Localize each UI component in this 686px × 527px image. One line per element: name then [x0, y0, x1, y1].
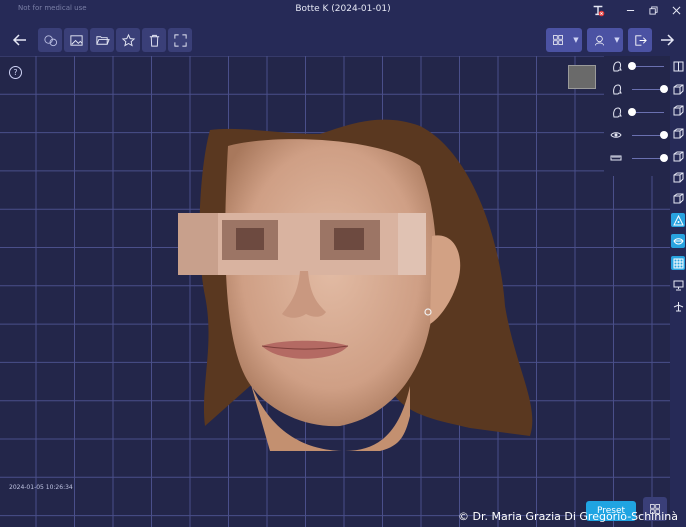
ruler-icon [610, 155, 622, 161]
head-profile-icon [613, 107, 622, 118]
cube-icon [673, 128, 683, 138]
star-icon [121, 33, 135, 47]
landmark-icon [672, 214, 684, 225]
right-tool-strip [670, 56, 686, 527]
slider-knob[interactable] [628, 62, 636, 70]
display-slider[interactable] [604, 148, 670, 168]
privacy-blur [178, 213, 426, 275]
cube-icon [673, 105, 683, 115]
landmark-tool-button[interactable] [671, 213, 685, 227]
display-slider[interactable] [604, 79, 670, 99]
copyright-watermark: © Dr. Maria Grazia Di Gregorio-Schininà [458, 510, 678, 523]
monitor-tool-button[interactable] [671, 278, 685, 292]
plane-icon [673, 301, 683, 311]
3d-viewport[interactable]: ? 2024-01-05 10:26:34 Preset © Dr. Maria… [0, 56, 686, 527]
head-profile-icon [613, 84, 622, 95]
view-thumbnail[interactable] [568, 65, 596, 89]
plane-tool-button[interactable] [671, 299, 685, 313]
cube-tool-button[interactable] [671, 82, 685, 96]
main-toolbar: ▼ ▼ [0, 22, 686, 56]
help-icon[interactable]: ? [9, 66, 22, 79]
exit-button[interactable] [628, 28, 652, 52]
slider-track[interactable] [632, 66, 664, 67]
lips-tool-button[interactable] [671, 234, 685, 248]
fullscreen-icon [173, 33, 187, 47]
slider-knob[interactable] [660, 131, 668, 139]
model-dropdown[interactable]: ▼ [587, 28, 623, 52]
cube-front-icon [673, 61, 683, 71]
user-alert-icon[interactable] [586, 1, 610, 19]
cube-tool-button[interactable] [671, 149, 685, 163]
bust-icon [594, 35, 604, 45]
fullscreen-button[interactable] [168, 28, 192, 52]
favorite-button[interactable] [116, 28, 140, 52]
chevron-down-icon: ▼ [573, 36, 579, 44]
grid-tool-button[interactable] [671, 256, 685, 270]
capture-icon [43, 34, 57, 46]
chevron-down-icon: ▼ [614, 36, 620, 44]
display-slider[interactable] [604, 102, 670, 122]
folder-open-icon [95, 35, 110, 45]
close-button[interactable] [664, 1, 686, 19]
slider-track[interactable] [632, 112, 664, 113]
delete-button[interactable] [142, 28, 166, 52]
image-button[interactable] [64, 28, 88, 52]
capture-timestamp: 2024-01-05 10:26:34 [9, 484, 73, 491]
monitor-icon [673, 280, 683, 290]
restore-button[interactable] [641, 1, 665, 19]
face-scan-model[interactable] [0, 56, 686, 527]
cube-front-tool-button[interactable] [671, 59, 685, 73]
display-sliders-panel [604, 56, 670, 176]
slider-knob[interactable] [660, 154, 668, 162]
cube-icon [673, 172, 683, 182]
open-folder-button[interactable] [90, 28, 114, 52]
cube-icon [673, 151, 683, 161]
window-title: Botte K (2024-01-01) [295, 4, 391, 14]
minimize-button[interactable] [618, 1, 642, 19]
lips-icon [672, 237, 684, 244]
capture-button[interactable] [38, 28, 62, 52]
back-arrow-icon[interactable] [8, 28, 32, 52]
cube-tool-button[interactable] [671, 103, 685, 117]
head-profile-icon [613, 61, 622, 72]
trash-icon [149, 34, 159, 47]
slider-knob[interactable] [628, 108, 636, 116]
cube-icon [673, 193, 683, 203]
title-bar: Not for medical use Botte K (2024-01-01) [0, 0, 686, 22]
cube-tool-button[interactable] [671, 170, 685, 184]
cube-tool-button[interactable] [671, 126, 685, 140]
forward-arrow-icon[interactable] [655, 28, 679, 52]
display-slider[interactable] [604, 56, 670, 76]
layout-dropdown[interactable]: ▼ [546, 28, 582, 52]
slider-knob[interactable] [660, 85, 668, 93]
cube-tool-button[interactable] [671, 191, 685, 205]
display-slider[interactable] [604, 125, 670, 145]
layout-grid-icon [553, 35, 563, 45]
eye-icon [610, 132, 622, 138]
cube-icon [673, 84, 683, 94]
image-icon [69, 34, 83, 46]
grid-icon [673, 258, 683, 268]
exit-icon [634, 34, 647, 46]
